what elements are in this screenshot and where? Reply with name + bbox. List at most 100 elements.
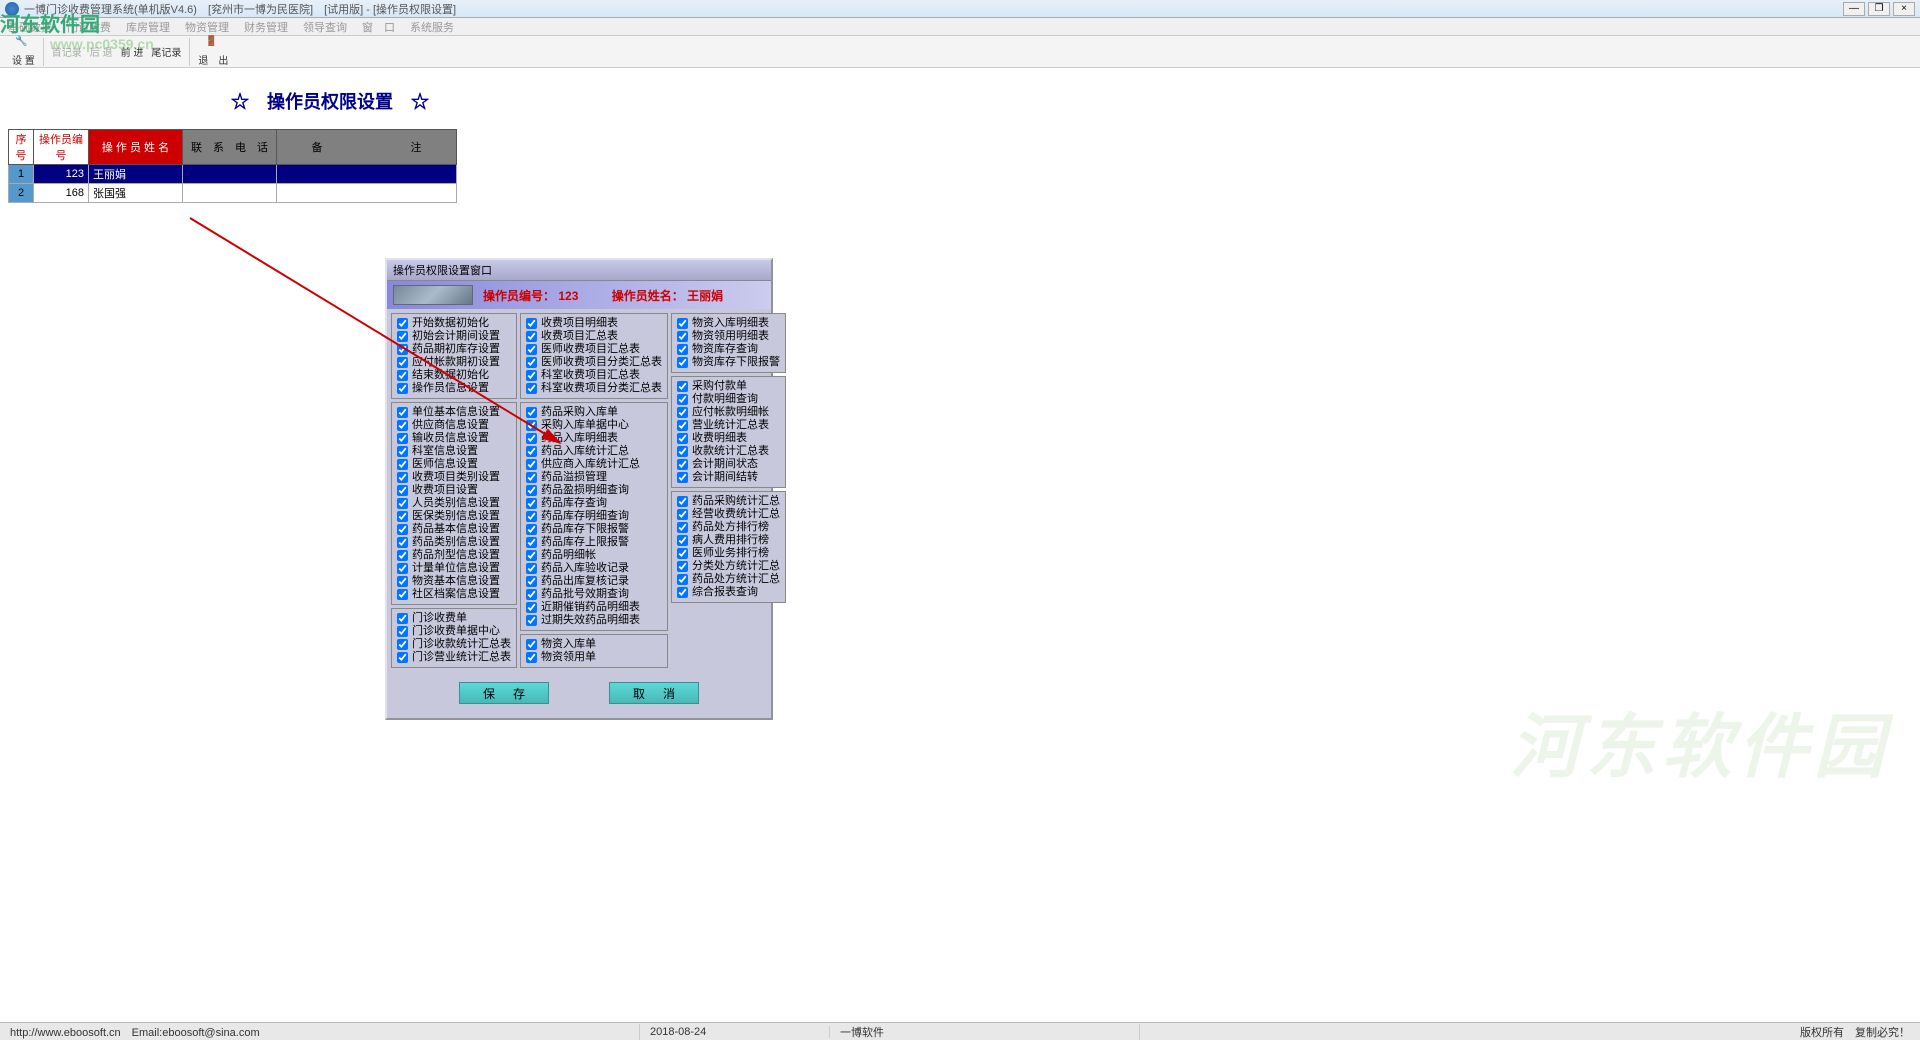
perm-checkbox[interactable] <box>526 472 537 483</box>
perm-checkbox[interactable] <box>677 472 688 483</box>
cancel-button[interactable]: 取消 <box>609 682 699 704</box>
perm-checkbox[interactable] <box>677 381 688 392</box>
perm-checkbox[interactable] <box>397 613 408 624</box>
perm-item: 社区档案信息设置 <box>397 588 511 601</box>
perm-checkbox[interactable] <box>677 407 688 418</box>
perm-checkbox[interactable] <box>526 420 537 431</box>
perm-checkbox[interactable] <box>526 511 537 522</box>
perm-checkbox[interactable] <box>397 407 408 418</box>
perm-checkbox[interactable] <box>677 496 688 507</box>
perm-checkbox[interactable] <box>526 344 537 355</box>
perm-checkbox[interactable] <box>397 331 408 342</box>
table-row[interactable]: 2 168 张国强 <box>9 184 457 203</box>
perm-checkbox[interactable] <box>397 459 408 470</box>
perm-checkbox[interactable] <box>397 383 408 394</box>
perm-checkbox[interactable] <box>526 370 537 381</box>
perm-checkbox[interactable] <box>397 485 408 496</box>
perm-checkbox[interactable] <box>397 370 408 381</box>
perm-checkbox[interactable] <box>677 344 688 355</box>
restore-button[interactable]: ❐ <box>1868 2 1890 16</box>
perm-column: 收费项目明细表收费项目汇总表医师收费项目汇总表医师收费项目分类汇总表科室收费项目… <box>520 313 668 668</box>
perm-label: 人员类别信息设置 <box>412 497 500 510</box>
perm-checkbox[interactable] <box>526 652 537 663</box>
perm-checkbox[interactable] <box>397 420 408 431</box>
perm-checkbox[interactable] <box>397 511 408 522</box>
perm-checkbox[interactable] <box>677 509 688 520</box>
perm-checkbox[interactable] <box>677 548 688 559</box>
menu-warehouse[interactable]: 库房管理 <box>126 19 170 35</box>
perm-checkbox[interactable] <box>526 563 537 574</box>
perm-checkbox[interactable] <box>397 626 408 637</box>
perm-checkbox[interactable] <box>526 524 537 535</box>
perm-checkbox[interactable] <box>526 639 537 650</box>
menu-leader-query[interactable]: 领导查询 <box>303 19 347 35</box>
save-button[interactable]: 保存 <box>459 682 549 704</box>
perm-checkbox[interactable] <box>397 472 408 483</box>
close-button[interactable]: × <box>1893 2 1915 16</box>
perm-column: 物资入库明细表物资领用明细表物资库存查询物资库存下限报警采购付款单付款明细查询应… <box>671 313 786 668</box>
perm-checkbox[interactable] <box>397 357 408 368</box>
perm-checkbox[interactable] <box>526 602 537 613</box>
perm-checkbox[interactable] <box>526 615 537 626</box>
perm-item: 物资入库单 <box>526 638 662 651</box>
perm-checkbox[interactable] <box>526 498 537 509</box>
toolbar-exit[interactable]: 🚪退 出 <box>194 36 232 67</box>
table-row[interactable]: 1 123 王丽娟 <box>9 165 457 184</box>
perm-checkbox[interactable] <box>397 652 408 663</box>
menu-basic-data[interactable]: 基础数据 <box>8 19 52 35</box>
perm-item: 会计期间结转 <box>677 471 780 484</box>
perm-checkbox[interactable] <box>397 318 408 329</box>
perm-item: 药品处方统计汇总 <box>677 573 780 586</box>
perm-item: 物资入库明细表 <box>677 317 780 330</box>
perm-checkbox[interactable] <box>677 394 688 405</box>
toolbar-setup[interactable]: 🔧设 置 <box>8 36 39 67</box>
perm-checkbox[interactable] <box>397 576 408 587</box>
perm-checkbox[interactable] <box>526 485 537 496</box>
perm-checkbox[interactable] <box>677 433 688 444</box>
perm-checkbox[interactable] <box>677 522 688 533</box>
perm-checkbox[interactable] <box>397 639 408 650</box>
minimize-button[interactable]: — <box>1843 2 1865 16</box>
perm-checkbox[interactable] <box>397 537 408 548</box>
perm-checkbox[interactable] <box>526 537 537 548</box>
perm-checkbox[interactable] <box>677 535 688 546</box>
perm-checkbox[interactable] <box>526 433 537 444</box>
perm-checkbox[interactable] <box>677 574 688 585</box>
perm-checkbox[interactable] <box>526 383 537 394</box>
perm-checkbox[interactable] <box>526 357 537 368</box>
perm-checkbox[interactable] <box>526 407 537 418</box>
perm-checkbox[interactable] <box>677 420 688 431</box>
perm-item: 门诊营业统计汇总表 <box>397 651 511 664</box>
perm-checkbox[interactable] <box>397 524 408 535</box>
perm-label: 开始数据初始化 <box>412 317 489 330</box>
perm-checkbox[interactable] <box>677 318 688 329</box>
perm-checkbox[interactable] <box>526 459 537 470</box>
perm-checkbox[interactable] <box>397 344 408 355</box>
perm-checkbox[interactable] <box>677 459 688 470</box>
menu-window[interactable]: 窗 口 <box>362 19 395 35</box>
perm-checkbox[interactable] <box>397 563 408 574</box>
perm-checkbox[interactable] <box>526 550 537 561</box>
perm-checkbox[interactable] <box>397 433 408 444</box>
perm-checkbox[interactable] <box>397 498 408 509</box>
perm-checkbox[interactable] <box>397 589 408 600</box>
menu-system[interactable]: 系统服务 <box>410 19 454 35</box>
perm-checkbox[interactable] <box>526 576 537 587</box>
perm-checkbox[interactable] <box>526 331 537 342</box>
perm-checkbox[interactable] <box>677 446 688 457</box>
perm-group: 物资入库单物资领用单 <box>520 634 668 668</box>
perm-item: 药品剂型信息设置 <box>397 549 511 562</box>
perm-checkbox[interactable] <box>526 318 537 329</box>
perm-checkbox[interactable] <box>677 587 688 598</box>
perm-checkbox[interactable] <box>526 446 537 457</box>
perm-checkbox[interactable] <box>397 550 408 561</box>
perm-checkbox[interactable] <box>677 561 688 572</box>
menu-finance[interactable]: 财务管理 <box>244 19 288 35</box>
perm-item: 药品库存下限报警 <box>526 523 662 536</box>
perm-checkbox[interactable] <box>677 357 688 368</box>
menu-material[interactable]: 物资管理 <box>185 19 229 35</box>
perm-checkbox[interactable] <box>397 446 408 457</box>
menu-outpatient[interactable]: 门诊收费 <box>67 19 111 35</box>
perm-checkbox[interactable] <box>526 589 537 600</box>
perm-checkbox[interactable] <box>677 331 688 342</box>
